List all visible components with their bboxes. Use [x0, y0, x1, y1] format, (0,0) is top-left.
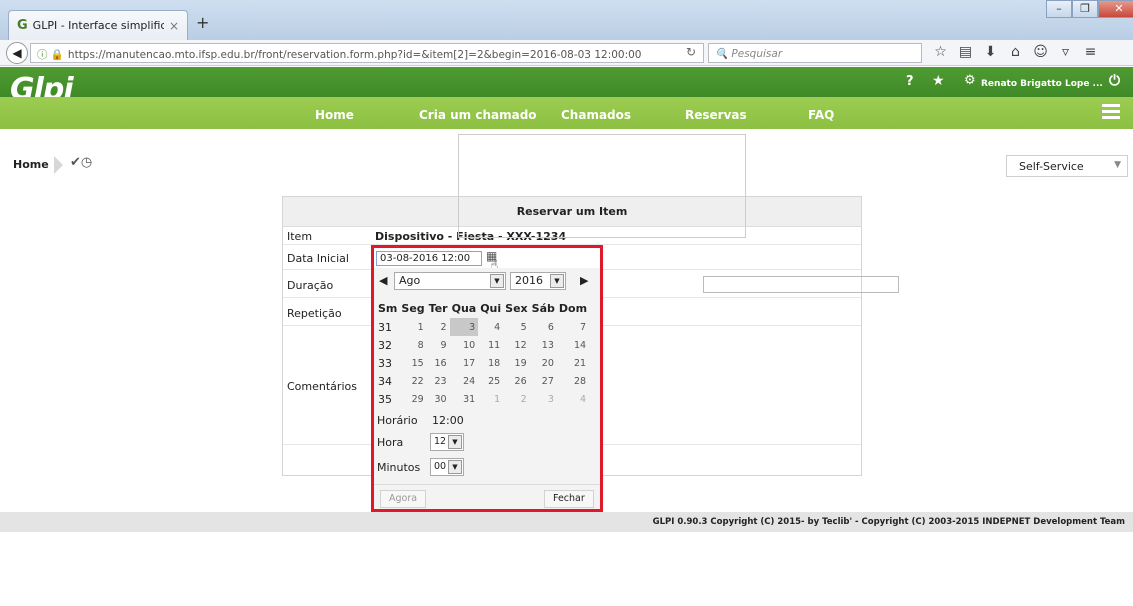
help-icon[interactable]: ?: [906, 74, 914, 89]
logout-power-icon[interactable]: ⏻: [1109, 73, 1120, 89]
menu-reservations[interactable]: Reservas: [685, 108, 747, 122]
browser-toolbar: ☆ ▤ ⬇ ⌂ ☺ ▿ ≡: [928, 44, 1103, 60]
download-icon[interactable]: ⬇: [978, 44, 1003, 60]
reading-list-icon[interactable]: ▤: [953, 44, 978, 60]
duration-select[interactable]: [703, 276, 899, 293]
home-icon[interactable]: ⌂: [1003, 44, 1028, 60]
label-item: Item: [287, 230, 313, 243]
page-footer: GLPI 0.90.3 Copyright (C) 2015- by Tecli…: [0, 512, 1133, 532]
label-repetition: Repetição: [287, 307, 342, 320]
check-clock-icon[interactable]: ✔◷: [70, 155, 92, 170]
window-controls: – ❐ ✕: [1046, 0, 1133, 18]
new-tab-button[interactable]: +: [196, 13, 209, 32]
reload-icon[interactable]: ↻: [686, 45, 696, 59]
search-placeholder: Pesquisar: [731, 48, 783, 60]
menu-create-ticket[interactable]: Cria um chamado: [419, 108, 537, 122]
browser-search-input[interactable]: 🔍 Pesquisar: [708, 43, 922, 63]
chevron-down-icon: ▼: [1114, 160, 1121, 170]
tab-close-icon[interactable]: ×: [169, 19, 179, 33]
tab-title: GLPI - Interface simplificada: [32, 19, 164, 32]
pocket-icon[interactable]: ▿: [1053, 44, 1078, 60]
lock-icon: ⓘ 🔒: [37, 49, 64, 61]
url-bar[interactable]: ⓘ 🔒 https://manutencao.mto.ifsp.edu.br/fr…: [30, 43, 704, 63]
browser-nav-bar: ◀ ⓘ 🔒 https://manutencao.mto.ifsp.edu.br/…: [0, 40, 1133, 66]
label-comments: Comentários: [287, 380, 357, 393]
label-duration: Duração: [287, 279, 334, 292]
comments-textarea[interactable]: [458, 134, 746, 238]
bookmark-star-icon[interactable]: ☆: [928, 44, 953, 60]
minimize-icon[interactable]: –: [1046, 0, 1072, 18]
back-button[interactable]: ◀: [6, 42, 28, 64]
browser-tab-bar: G GLPI - Interface simplificada × + – ❐ …: [0, 0, 1133, 40]
window-close-icon[interactable]: ✕: [1098, 0, 1133, 18]
breadcrumb-home[interactable]: Home: [13, 158, 49, 171]
maximize-icon[interactable]: ❐: [1072, 0, 1098, 18]
menu-icon[interactable]: ≡: [1078, 44, 1103, 60]
menu-tickets[interactable]: Chamados: [561, 108, 631, 122]
browser-tab[interactable]: G GLPI - Interface simplificada ×: [8, 10, 188, 40]
favorites-star-icon[interactable]: ★: [932, 73, 945, 89]
profile-select-value: Self-Service: [1019, 160, 1084, 173]
label-start-date: Data Inicial: [287, 252, 349, 265]
menu-home[interactable]: Home: [315, 108, 354, 122]
breadcrumb-arrow-icon: [54, 156, 63, 174]
hamburger-menu-icon[interactable]: [1102, 104, 1120, 122]
profile-select[interactable]: Self-Service ▼: [1006, 155, 1128, 177]
gear-icon[interactable]: ⚙: [964, 73, 976, 88]
search-icon: 🔍: [715, 48, 732, 60]
glpi-favicon-icon: G: [17, 18, 28, 33]
user-name-link[interactable]: Renato Brigatto Lope ...: [981, 79, 1103, 89]
menu-faq[interactable]: FAQ: [808, 108, 834, 122]
chat-icon[interactable]: ☺: [1028, 44, 1053, 60]
annotation-highlight-box: [371, 245, 603, 512]
url-text: https://manutencao.mto.ifsp.edu.br/front…: [67, 49, 642, 61]
